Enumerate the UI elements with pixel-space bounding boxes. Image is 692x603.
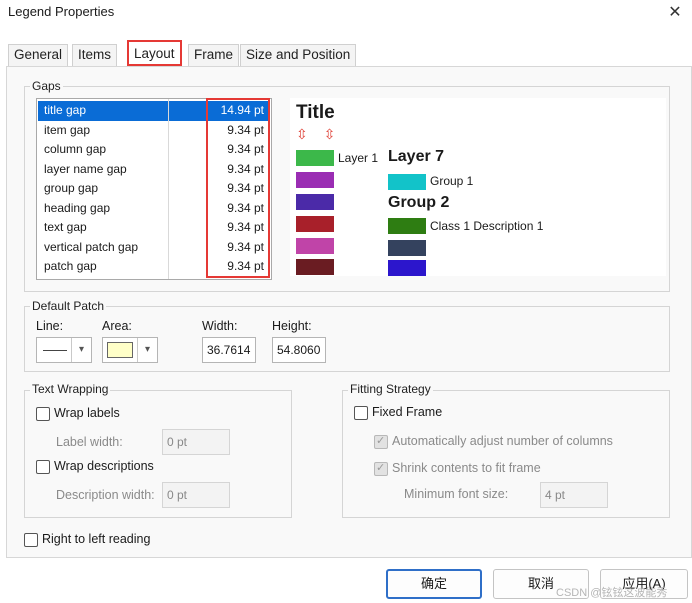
patch-height-input[interactable]: 54.8060 <box>272 337 326 363</box>
shrink-contents-checkbox[interactable] <box>374 461 388 476</box>
min-font-size-input[interactable]: 4 pt <box>540 482 608 508</box>
wrap-labels-label: Wrap labels <box>54 406 120 420</box>
preview-layer1: Layer 1 <box>338 151 379 165</box>
height-label: Height: <box>272 319 312 333</box>
fitting-strategy-label: Fitting Strategy <box>348 382 433 396</box>
patch-blue <box>388 260 426 276</box>
area-label: Area: <box>102 319 132 333</box>
width-label: Width: <box>202 319 238 333</box>
patch-dark-green <box>388 218 426 234</box>
area-style-dropdown[interactable]: ▾ <box>102 337 158 363</box>
tab-size-and-position[interactable]: Size and Position <box>240 44 357 66</box>
preview-group2: Group 2 <box>388 194 450 211</box>
patch-cyan <box>388 174 426 190</box>
patch-green <box>296 150 334 166</box>
patch-indigo <box>296 194 334 210</box>
label-width-label: Label width: <box>56 435 123 449</box>
fixed-frame-checkbox[interactable] <box>354 406 368 420</box>
gap-name: patch gap <box>44 259 97 273</box>
patch-purple <box>296 172 334 188</box>
auto-adjust-columns-label: Automatically adjust number of columns <box>392 434 613 448</box>
window-title: Legend Properties <box>8 4 115 19</box>
default-patch-label: Default Patch <box>30 299 107 313</box>
right-to-left-label: Right to left reading <box>42 532 151 546</box>
gap-name: item gap <box>44 122 91 137</box>
close-icon[interactable]: ✕ <box>664 2 686 24</box>
line-sample <box>43 350 67 351</box>
patch-slate <box>388 240 426 256</box>
gap-name: column gap <box>44 142 107 156</box>
tab-items[interactable]: Items <box>72 44 118 66</box>
gap-name: layer name gap <box>44 161 127 176</box>
wrap-descriptions-checkbox[interactable] <box>36 460 50 474</box>
wrap-descriptions-label: Wrap descriptions <box>54 459 154 473</box>
gap-name: group gap <box>44 181 99 195</box>
preview-title: Title <box>296 102 335 123</box>
description-width-label: Description width: <box>56 488 155 502</box>
preview-class1: Class 1 Description 1 <box>430 219 544 233</box>
gap-arrows-icon: ⇳ ⇳ <box>296 126 342 142</box>
right-to-left-checkbox[interactable] <box>24 533 38 547</box>
tab-layout[interactable]: Layout <box>127 40 182 66</box>
line-style-dropdown[interactable]: ▾ <box>36 337 92 363</box>
legend-preview: Title ⇳ ⇳ Layer 1 Layer 7 Group 1 Group … <box>290 98 666 276</box>
label-width-input[interactable]: 0 pt <box>162 429 230 455</box>
value-column-highlight <box>206 98 270 278</box>
patch-crimson <box>296 216 334 232</box>
gap-name: vertical patch gap <box>44 239 139 254</box>
fixed-frame-label: Fixed Frame <box>372 405 443 419</box>
text-wrapping-label: Text Wrapping <box>30 382 111 396</box>
gap-name: title gap <box>44 103 87 117</box>
min-font-size-label: Minimum font size: <box>404 487 509 501</box>
tab-frame[interactable]: Frame <box>188 44 240 66</box>
patch-width-input[interactable]: 36.7614 <box>202 337 256 363</box>
area-sample <box>107 342 133 358</box>
patch-magenta <box>296 238 334 254</box>
wrap-labels-checkbox[interactable] <box>36 407 50 421</box>
chevron-down-icon: ▾ <box>137 338 157 362</box>
ok-button[interactable]: 确定 <box>386 569 482 599</box>
preview-layer7: Layer 7 <box>388 148 445 165</box>
shrink-contents-label: Shrink contents to fit frame <box>392 461 541 475</box>
gaps-group-label: Gaps <box>30 79 63 93</box>
tab-general[interactable]: General <box>8 44 69 66</box>
list-column-divider <box>168 99 169 279</box>
description-width-input[interactable]: 0 pt <box>162 482 230 508</box>
line-label: Line: <box>36 319 64 333</box>
patch-maroon <box>296 259 334 275</box>
gap-name: heading gap <box>44 200 111 215</box>
gap-name: text gap <box>44 220 87 234</box>
auto-adjust-columns-checkbox[interactable] <box>374 434 388 449</box>
chevron-down-icon: ▾ <box>71 338 91 362</box>
preview-group1: Group 1 <box>430 174 474 188</box>
watermark: CSDN @铉铉这波能秀 <box>556 587 668 599</box>
